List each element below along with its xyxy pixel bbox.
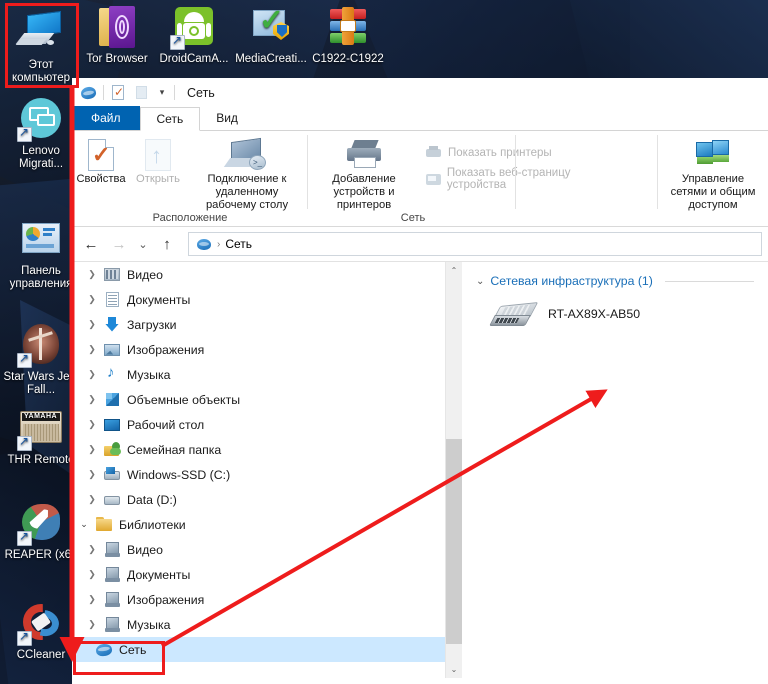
annotation-arrow-diagonal [162, 395, 598, 646]
annotation-arrows [0, 0, 768, 684]
